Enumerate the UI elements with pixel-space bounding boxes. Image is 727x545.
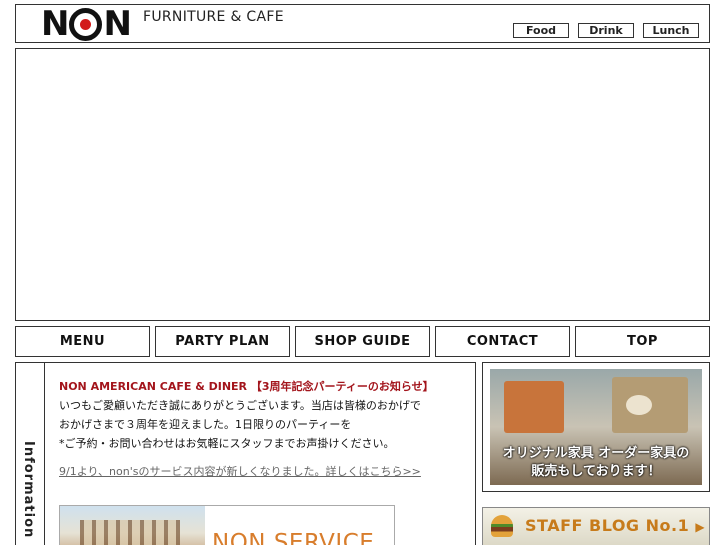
site-header: N N FURNITURE & CAFE Food Drink Lunch — [15, 4, 710, 43]
info-line-3: *ご予約・お問い合わせはお気軽にスタッフまでお声掛けください。 — [59, 437, 395, 450]
logo-o-icon — [69, 7, 103, 41]
nav-menu[interactable]: MENU — [15, 326, 150, 357]
info-line-2: おかげさまで３周年を迎えました。1日限りのパーティーを — [59, 418, 352, 431]
lunch-link[interactable]: Lunch — [643, 23, 699, 38]
furniture-caption-line-2: 販売もしております！ — [531, 464, 661, 479]
main-nav: MENU PARTY PLAN SHOP GUIDE CONTACT TOP — [15, 326, 710, 357]
site-logo[interactable]: N N — [41, 4, 132, 44]
furniture-caption: オリジナル家具 オーダー家具の 販売もしております！ — [490, 445, 702, 481]
service-photo — [60, 506, 205, 545]
furniture-ad[interactable]: オリジナル家具 オーダー家具の 販売もしております！ — [482, 362, 710, 492]
staff-blog-label: STAFF BLOG No.1 ▶ — [525, 516, 705, 535]
pillow-image — [626, 395, 652, 415]
site-tagline: FURNITURE & CAFE — [143, 9, 284, 25]
drink-link[interactable]: Drink — [578, 23, 634, 38]
service-banner[interactable]: NON SERVICE — [59, 505, 395, 545]
logo-letter-n-right: N — [103, 4, 131, 44]
nav-party-plan[interactable]: PARTY PLAN — [155, 326, 290, 357]
service-banner-text: NON SERVICE — [212, 530, 375, 545]
news-link[interactable]: 9/1より、non'sのサービス内容が新しくなりました。詳しくはこちら>> — [59, 462, 469, 481]
logo-letter-n-left: N — [41, 4, 69, 44]
top-links: Food Drink Lunch — [513, 23, 699, 38]
info-headline: NON AMERICAN CAFE & DINER 【3周年記念パーティーのお知… — [59, 380, 434, 393]
nav-contact[interactable]: CONTACT — [435, 326, 570, 357]
staff-blog-text: STAFF BLOG No.1 — [525, 516, 690, 535]
hero-area — [15, 48, 710, 321]
staff-blog-banner[interactable]: STAFF BLOG No.1 ▶ — [482, 507, 710, 545]
nav-shop-guide[interactable]: SHOP GUIDE — [295, 326, 430, 357]
information-sidebar: Information — [16, 363, 45, 545]
hamburger-icon — [491, 515, 513, 537]
furniture-caption-line-1: オリジナル家具 オーダー家具の — [502, 446, 690, 461]
food-link[interactable]: Food — [513, 23, 569, 38]
info-line-1: いつもご愛顧いただき誠にありがとうございます。当店は皆様のおかげで — [59, 399, 421, 412]
arrow-right-icon: ▶ — [695, 520, 706, 534]
information-content: NON AMERICAN CAFE & DINER 【3周年記念パーティーのお知… — [59, 377, 469, 481]
information-panel: Information NON AMERICAN CAFE & DINER 【3… — [15, 362, 476, 545]
sofa-image-left — [504, 381, 564, 433]
furniture-photo: オリジナル家具 オーダー家具の 販売もしております！ — [490, 369, 702, 485]
nav-top[interactable]: TOP — [575, 326, 710, 357]
information-label: Information — [21, 441, 36, 539]
